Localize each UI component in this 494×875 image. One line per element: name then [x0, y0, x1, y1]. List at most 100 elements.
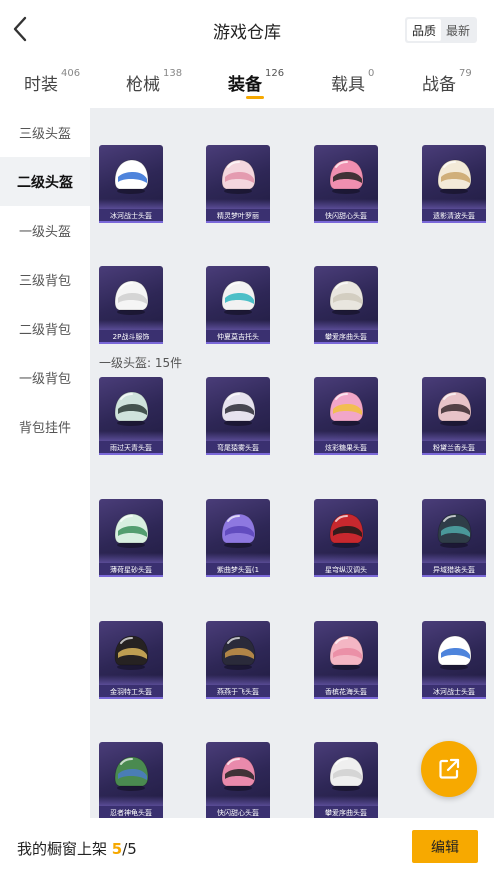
helmet-icon — [221, 280, 256, 315]
helmet-icon — [437, 391, 472, 426]
edit-button[interactable]: 编辑 — [412, 830, 478, 863]
sidebar-item-level3-helmet[interactable]: 三级头盔 — [0, 108, 90, 157]
item-name: 快闪甜心头盔 — [314, 209, 378, 223]
tab-equipment[interactable]: 装备126 — [228, 68, 285, 95]
item-thumbnail — [314, 499, 378, 563]
header: 游戏仓库 品质 最新 — [0, 0, 494, 58]
sidebar-item-level3-backpack[interactable]: 三级背包 — [0, 255, 90, 304]
item-card[interactable]: 攀爱序曲头盔 — [314, 742, 378, 818]
item-name: 紫曲梦头盔(1 — [206, 563, 270, 577]
item-card[interactable]: 攀爱序曲头盔 — [314, 266, 378, 344]
item-card[interactable]: 雨过天青头盔 — [99, 377, 163, 455]
item-card[interactable]: 紫曲梦头盔(1 — [206, 499, 270, 577]
tab-count: 138 — [163, 68, 183, 79]
sidebar-item-level1-helmet[interactable]: 一级头盔 — [0, 206, 90, 255]
helmet-icon — [329, 159, 364, 194]
helmet-icon — [114, 756, 149, 791]
item-card[interactable]: 快闪甜心头盔 — [206, 742, 270, 818]
item-card[interactable]: 2P战斗服饰 — [99, 266, 163, 344]
item-thumbnail — [422, 145, 486, 209]
sidebar-item-backpack-pendant[interactable]: 背包挂件 — [0, 402, 90, 451]
item-name: 快闪甜心头盔 — [206, 806, 270, 818]
helmet-icon — [114, 513, 149, 548]
tab-count: 0 — [368, 68, 375, 79]
helmet-icon — [329, 280, 364, 315]
item-thumbnail — [206, 621, 270, 685]
item-thumbnail — [314, 266, 378, 330]
item-card[interactable]: 忍者神龟头盔 — [99, 742, 163, 818]
item-thumbnail — [206, 499, 270, 563]
item-card[interactable]: 薄荷星砂头盔 — [99, 499, 163, 577]
tab-label: 载具 — [331, 75, 365, 95]
helmet-icon — [437, 159, 472, 194]
item-name: 弯尾猿雾头盔 — [206, 441, 270, 455]
tab-fashion[interactable]: 时装406 — [24, 68, 81, 95]
item-name: 燕燕于飞头盔 — [206, 685, 270, 699]
tab-label: 战备 — [422, 75, 456, 95]
helmet-icon — [329, 391, 364, 426]
item-card[interactable]: 快闪甜心头盔 — [314, 145, 378, 223]
item-name: 雨过天青头盔 — [99, 441, 163, 455]
tab-supplies[interactable]: 战备79 — [422, 68, 472, 95]
item-thumbnail — [314, 145, 378, 209]
helmet-icon — [114, 159, 149, 194]
tab-count: 406 — [61, 68, 81, 79]
item-thumbnail — [99, 621, 163, 685]
item-name: 攀爱序曲头盔 — [314, 330, 378, 344]
tab-vehicles[interactable]: 载具0 — [331, 68, 375, 95]
helmet-icon — [221, 391, 256, 426]
item-thumbnail — [422, 621, 486, 685]
sidebar-item-level2-helmet[interactable]: 二级头盔 — [0, 157, 90, 206]
item-card[interactable]: 燕燕于飞头盔 — [206, 621, 270, 699]
item-card[interactable]: 遗影清波头盔 — [422, 145, 486, 223]
item-name: 冰河战士头盔 — [99, 209, 163, 223]
item-thumbnail — [422, 499, 486, 563]
item-name: 薄荷星砂头盔 — [99, 563, 163, 577]
item-thumbnail — [99, 499, 163, 563]
sidebar-item-level1-backpack[interactable]: 一级背包 — [0, 353, 90, 402]
item-grid: 一级头盔: 15件 冰河战士头盔 精灵梦叶罗丽 快闪甜心头盔 遗影清波头盔 2P战斗服饰… — [90, 108, 494, 818]
showcase-label: 我的橱窗上架 — [17, 840, 108, 858]
share-button[interactable] — [421, 741, 477, 797]
showcase-current-count: 5 — [111, 840, 123, 858]
item-card[interactable]: 粉黛兰香头盔 — [422, 377, 486, 455]
item-thumbnail — [206, 377, 270, 441]
helmet-icon — [437, 513, 472, 548]
item-name: 遗影清波头盔 — [422, 209, 486, 223]
helmet-icon — [329, 635, 364, 670]
item-card[interactable]: 金羽特工头盔 — [99, 621, 163, 699]
item-card[interactable]: 冰河战士头盔 — [422, 621, 486, 699]
item-thumbnail — [206, 742, 270, 806]
sidebar-item-level2-backpack[interactable]: 二级背包 — [0, 304, 90, 353]
item-card[interactable]: 异域猎装头盔 — [422, 499, 486, 577]
item-thumbnail — [206, 266, 270, 330]
tab-count: 126 — [265, 68, 285, 79]
item-card[interactable]: 冰河战士头盔 — [99, 145, 163, 223]
section-label-level1-helmet: 一级头盔: 15件 — [99, 356, 183, 370]
helmet-icon — [221, 159, 256, 194]
sort-option-quality[interactable]: 品质 — [407, 19, 441, 41]
tab-count: 79 — [459, 68, 472, 79]
item-card[interactable]: 星穹纵汉调头 — [314, 499, 378, 577]
helmet-icon — [437, 635, 472, 670]
helmet-icon — [114, 635, 149, 670]
item-card[interactable]: 香槟花海头盔 — [314, 621, 378, 699]
item-name: 金羽特工头盔 — [99, 685, 163, 699]
item-name: 粉黛兰香头盔 — [422, 441, 486, 455]
item-thumbnail — [99, 742, 163, 806]
tab-label: 枪械 — [126, 75, 160, 95]
item-name: 炫彩糖果头盔 — [314, 441, 378, 455]
item-card[interactable]: 弯尾猿雾头盔 — [206, 377, 270, 455]
item-card[interactable]: 精灵梦叶罗丽 — [206, 145, 270, 223]
tab-label: 时装 — [24, 75, 58, 95]
helmet-icon — [329, 756, 364, 791]
item-thumbnail — [422, 377, 486, 441]
helmet-icon — [221, 513, 256, 548]
tab-weapons[interactable]: 枪械138 — [126, 68, 183, 95]
sort-toggle[interactable]: 品质 最新 — [405, 17, 477, 43]
sort-option-latest[interactable]: 最新 — [441, 19, 475, 41]
item-card[interactable]: 仲夏莫吉托头 — [206, 266, 270, 344]
item-card[interactable]: 炫彩糖果头盔 — [314, 377, 378, 455]
item-name: 精灵梦叶罗丽 — [206, 209, 270, 223]
item-name: 星穹纵汉调头 — [314, 563, 378, 577]
